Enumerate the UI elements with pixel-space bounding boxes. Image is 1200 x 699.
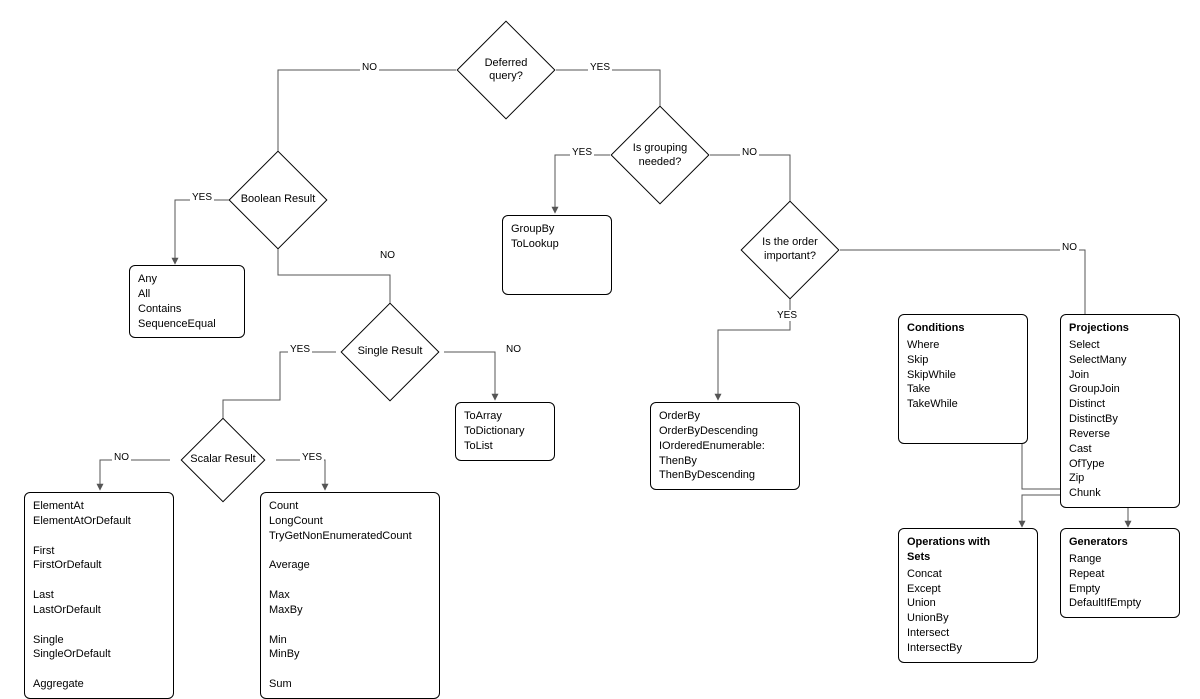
box-generators: Generators Range Repeat Empty DefaultIfE… <box>1060 528 1180 618</box>
generators-title: Generators <box>1069 535 1171 550</box>
label-grouping-yes: YES <box>570 147 594 158</box>
decision-grouping <box>611 106 710 205</box>
label-order-no: NO <box>1060 242 1079 253</box>
box-boolean-ops: Any All Contains SequenceEqual <box>129 265 245 338</box>
label-single-no: NO <box>504 344 523 355</box>
projections-body: Select SelectMany Join GroupJoin Distinc… <box>1069 338 1171 501</box>
box-sets: Operations with Sets Concat Except Union… <box>898 528 1038 663</box>
box-tocollection: ToArray ToDictionary ToList <box>455 402 555 461</box>
decision-boolean <box>229 151 328 250</box>
label-grouping-no: NO <box>740 147 759 158</box>
sets-body: Concat Except Union UnionBy Intersect In… <box>907 567 1029 656</box>
decision-scalar <box>181 418 266 503</box>
box-scalar-ops: Count LongCount TryGetNonEnumeratedCount… <box>260 492 440 699</box>
decision-single <box>341 303 440 402</box>
conditions-body: Where Skip SkipWhile Take TakeWhile <box>907 338 1019 412</box>
decision-order <box>741 201 840 300</box>
box-element-ops: ElementAt ElementAtOrDefault First First… <box>24 492 174 699</box>
label-scalar-no: NO <box>112 452 131 463</box>
label-boolean-no: NO <box>378 250 397 261</box>
box-orderby: OrderBy OrderByDescending IOrderedEnumer… <box>650 402 800 490</box>
projections-title: Projections <box>1069 321 1171 336</box>
sets-title: Operations with Sets <box>907 535 1029 565</box>
flowchart-canvas: Deferred query? Is grouping needed? Is t… <box>0 0 1200 670</box>
label-single-yes: YES <box>288 344 312 355</box>
box-projections: Projections Select SelectMany Join Group… <box>1060 314 1180 508</box>
label-order-yes: YES <box>775 310 799 321</box>
box-conditions: Conditions Where Skip SkipWhile Take Tak… <box>898 314 1028 444</box>
decision-deferred <box>457 21 556 120</box>
label-scalar-yes: YES <box>300 452 324 463</box>
conditions-title: Conditions <box>907 321 1019 336</box>
label-deferred-no: NO <box>360 62 379 73</box>
label-boolean-yes: YES <box>190 192 214 203</box>
box-groupby: GroupBy ToLookup <box>502 215 612 295</box>
generators-body: Range Repeat Empty DefaultIfEmpty <box>1069 552 1171 611</box>
label-deferred-yes: YES <box>588 62 612 73</box>
